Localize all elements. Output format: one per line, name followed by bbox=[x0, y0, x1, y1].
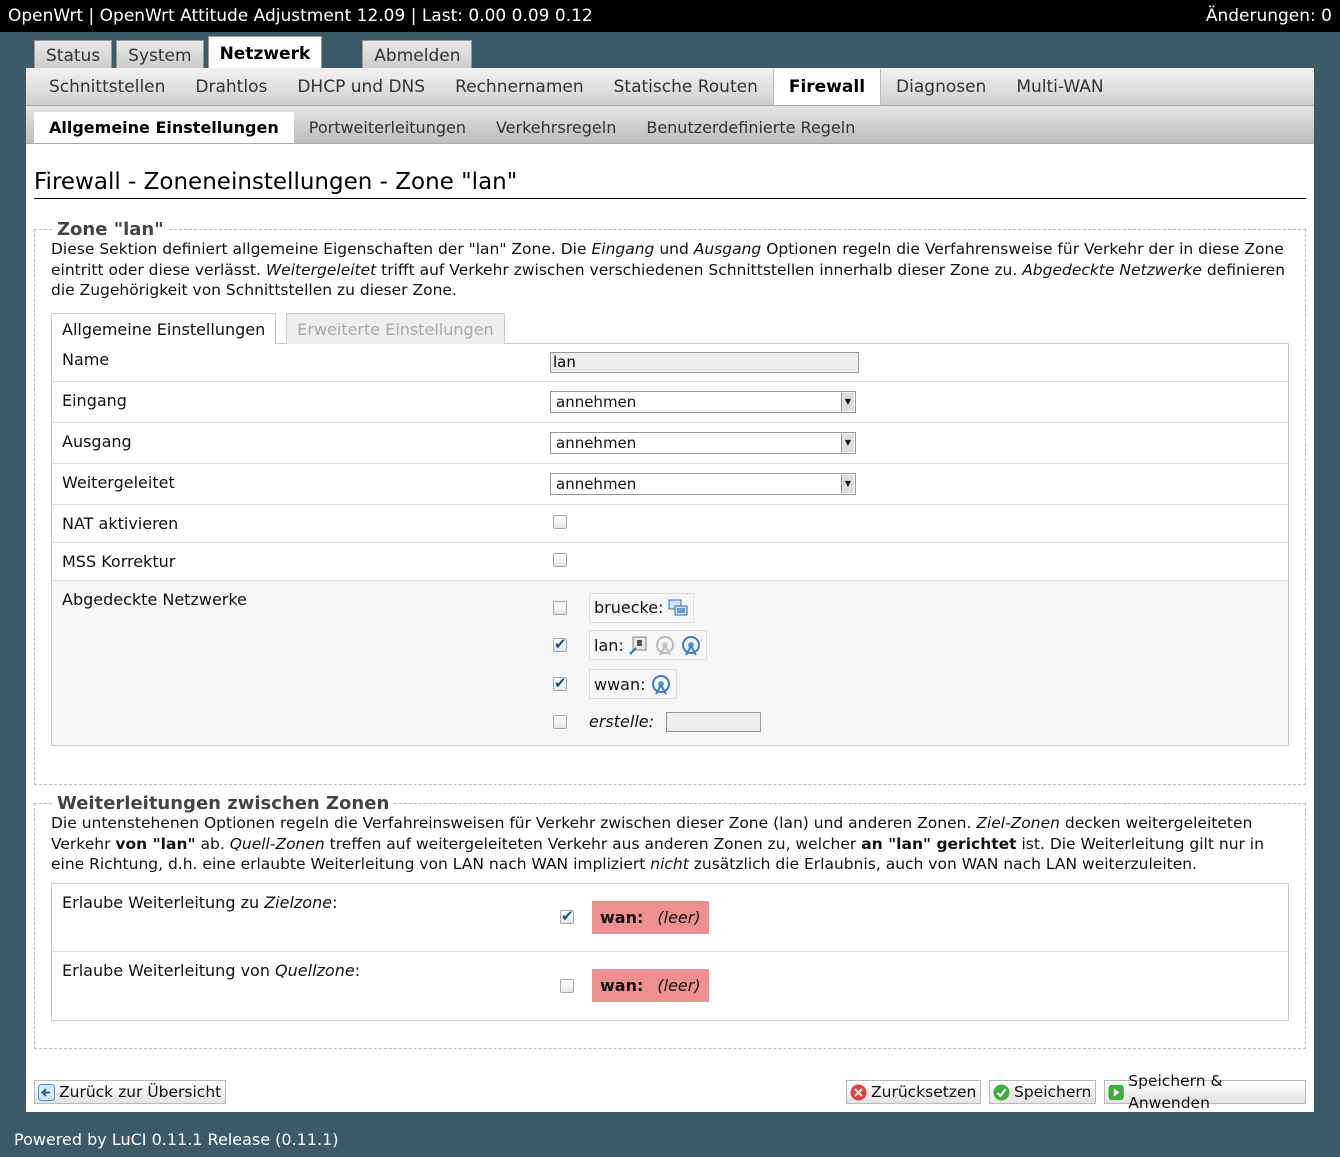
networks-list: bruecke: lan: bbox=[550, 581, 1288, 745]
network-item-create: erstelle: bbox=[553, 704, 1288, 740]
mss-row: MSS Korrektur bbox=[52, 543, 1288, 581]
src-zone-wan-badge[interactable]: wan: (leer) bbox=[592, 969, 709, 1002]
apply-icon bbox=[1108, 1084, 1124, 1100]
zone-description: Diese Sektion definiert allgemeine Eigen… bbox=[51, 240, 1286, 299]
network-label-lan[interactable]: lan: bbox=[589, 630, 707, 660]
subtab-rechnernamen[interactable]: Rechnernamen bbox=[440, 69, 599, 105]
subtab-multi-wan[interactable]: Multi-WAN bbox=[1001, 69, 1118, 105]
forward-label: Weitergeleitet bbox=[62, 473, 175, 492]
chevron-down-icon: ▼ bbox=[841, 392, 854, 411]
ethernet-icon bbox=[629, 636, 647, 655]
wifi-disabled-icon bbox=[655, 636, 674, 656]
zone-settings-table: Name Eingang annehmen▼ Ausgang annehmen▼ bbox=[51, 342, 1289, 746]
input-policy-select[interactable]: annehmen ▼ bbox=[550, 390, 856, 413]
tab-system[interactable]: System bbox=[116, 40, 204, 70]
output-row: Ausgang annehmen ▼ bbox=[52, 423, 1288, 464]
tab-allgemeine-einstellungen[interactable]: Allgemeine Einstellungen bbox=[34, 112, 294, 143]
check-icon bbox=[993, 1084, 1010, 1100]
dest-zone-wan-badge[interactable]: wan: (leer) bbox=[592, 900, 709, 934]
network-label-bruecke[interactable]: bruecke: bbox=[589, 592, 695, 623]
forwarding-description: Die untenstehenen Optionen regeln die Ve… bbox=[51, 814, 1264, 873]
header-bar: OpenWrt | OpenWrt Attitude Adjustment 12… bbox=[0, 0, 1340, 32]
dest-zone-row: Erlaube Weiterleitung zu Zielzone: wan: … bbox=[52, 884, 1288, 952]
subtab-schnittstellen[interactable]: Schnittstellen bbox=[34, 69, 180, 105]
src-zone-wan-checkbox[interactable] bbox=[560, 978, 574, 993]
cancel-icon bbox=[850, 1084, 867, 1100]
src-zone-row: Erlaube Weiterleitung von Quellzone: wan… bbox=[52, 952, 1288, 1020]
wifi-icon bbox=[681, 636, 700, 656]
name-row: Name bbox=[52, 344, 1288, 382]
sub-navigation: Schnittstellen Drahtlos DHCP und DNS Rec… bbox=[26, 68, 1314, 106]
subtab-statische-routen[interactable]: Statische Routen bbox=[599, 69, 773, 105]
nat-checkbox[interactable] bbox=[553, 514, 567, 529]
chevron-down-icon: ▼ bbox=[841, 433, 854, 452]
dest-zone-wan-checkbox[interactable] bbox=[560, 907, 574, 925]
zone-settings-tabs: Allgemeine Einstellungen Erweiterte Eins… bbox=[51, 312, 1289, 344]
tab-portweiterleitungen[interactable]: Portweiterleitungen bbox=[294, 112, 481, 143]
tab-netzwerk[interactable]: Netzwerk bbox=[207, 36, 323, 70]
wifi-icon bbox=[651, 675, 670, 695]
network-item-lan: lan: bbox=[553, 626, 1288, 665]
zone-legend: Zone "lan" bbox=[57, 219, 164, 240]
save-apply-button[interactable]: Speichern & Anwenden bbox=[1104, 1072, 1306, 1112]
main-navigation: Status System Netzwerk Abmelden bbox=[26, 32, 1314, 70]
networks-row: Abgedeckte Netzwerke bruecke: ✔ lan: ✔ w… bbox=[52, 580, 1288, 745]
name-input[interactable] bbox=[550, 351, 859, 373]
subtab-drahtlos[interactable]: Drahtlos bbox=[180, 69, 282, 105]
page-title: Firewall - Zoneneinstellungen - Zone "la… bbox=[34, 168, 1306, 199]
forwarding-legend: Weiterleitungen zwischen Zonen bbox=[57, 793, 390, 814]
name-label: Name bbox=[62, 349, 110, 369]
header-title: OpenWrt | OpenWrt Attitude Adjustment 12… bbox=[8, 6, 593, 26]
input-row: Eingang annehmen ▼ bbox=[52, 382, 1288, 423]
nat-label: NAT aktivieren bbox=[62, 513, 179, 533]
arrow-left-icon bbox=[38, 1083, 55, 1101]
network-item-wwan: wwan: bbox=[553, 665, 1288, 704]
mss-label: MSS Korrektur bbox=[62, 551, 176, 571]
mss-checkbox[interactable] bbox=[553, 552, 567, 567]
footer-text: Powered by LuCI 0.11.1 Release (0.11.1) bbox=[14, 1130, 339, 1149]
tab-status[interactable]: Status bbox=[34, 40, 113, 70]
firewall-navigation: Allgemeine Einstellungen Portweiterleitu… bbox=[26, 106, 1314, 144]
changes-link[interactable]: Änderungen: 0 bbox=[1206, 6, 1332, 26]
tab-benutzerdefinierte-regeln[interactable]: Benutzerdefinierte Regeln bbox=[631, 112, 870, 143]
create-network-input[interactable] bbox=[666, 711, 761, 732]
network-checkbox-lan[interactable] bbox=[553, 635, 567, 653]
forward-row: Weitergeleitet annehmen ▼ bbox=[52, 464, 1288, 505]
action-buttons: Zurück zur Übersicht Zurücksetzen Speich… bbox=[34, 1072, 1306, 1112]
back-to-overview-button[interactable]: Zurück zur Übersicht bbox=[34, 1080, 227, 1104]
networks-label: Abgedeckte Netzwerke bbox=[62, 589, 247, 609]
tab-advanced-settings[interactable]: Erweiterte Einstellungen bbox=[286, 312, 505, 344]
zone-section: Zone "lan" Diese Sektion definiert allge… bbox=[34, 219, 1306, 785]
forwarding-table: Erlaube Weiterleitung zu Zielzone: wan: … bbox=[51, 882, 1289, 1021]
subtab-diagnosen[interactable]: Diagnosen bbox=[881, 69, 1001, 105]
network-item-bruecke: bruecke: bbox=[553, 590, 1288, 626]
network-checkbox-wwan[interactable] bbox=[553, 674, 567, 692]
chevron-down-icon: ▼ bbox=[841, 474, 854, 493]
forward-policy-select[interactable]: annehmen ▼ bbox=[550, 472, 856, 495]
src-zone-label: Erlaube Weiterleitung von Quellzone: bbox=[62, 960, 361, 980]
create-label: erstelle: bbox=[589, 712, 654, 731]
network-label-wwan[interactable]: wwan: bbox=[589, 669, 677, 699]
network-checkbox-bruecke[interactable] bbox=[553, 600, 567, 615]
network-checkbox-create[interactable] bbox=[553, 714, 567, 729]
output-policy-select[interactable]: annehmen ▼ bbox=[550, 431, 856, 454]
output-label: Ausgang bbox=[62, 432, 132, 451]
tab-general-settings[interactable]: Allgemeine Einstellungen bbox=[51, 312, 277, 344]
forwarding-section: Weiterleitungen zwischen Zonen Die unten… bbox=[34, 793, 1306, 1049]
bridge-icon bbox=[668, 599, 688, 615]
reset-button[interactable]: Zurücksetzen bbox=[846, 1080, 982, 1104]
tab-verkehrsregeln[interactable]: Verkehrsregeln bbox=[481, 112, 631, 143]
input-label: Eingang bbox=[62, 391, 127, 410]
save-button[interactable]: Speichern bbox=[989, 1080, 1097, 1104]
dest-zone-label: Erlaube Weiterleitung zu Zielzone: bbox=[62, 892, 338, 912]
nat-row: NAT aktivieren bbox=[52, 505, 1288, 543]
tab-abmelden[interactable]: Abmelden bbox=[362, 40, 473, 70]
subtab-dhcp-dns[interactable]: DHCP und DNS bbox=[282, 69, 440, 105]
subtab-firewall[interactable]: Firewall bbox=[772, 69, 882, 105]
main-panel: Schnittstellen Drahtlos DHCP und DNS Rec… bbox=[26, 68, 1314, 1112]
